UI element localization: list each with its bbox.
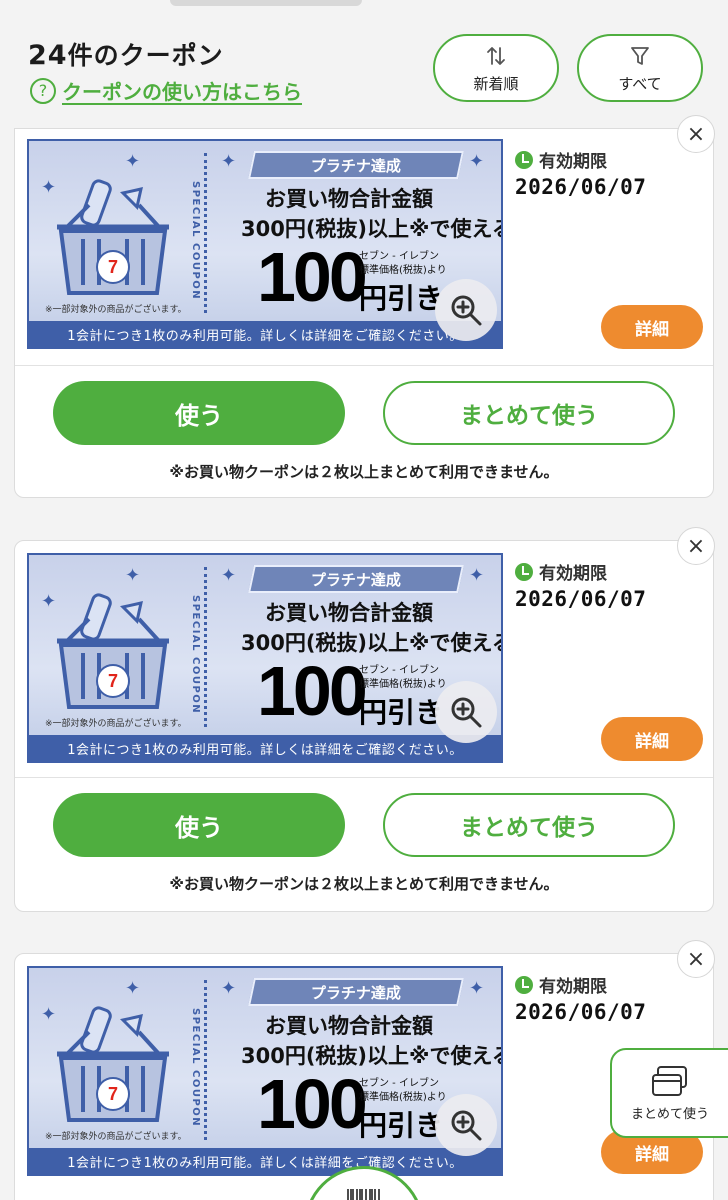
exclusion-note: ※一部対象外の商品がございます。: [45, 305, 187, 315]
platinum-badge: プラチナ達成: [248, 565, 464, 593]
sort-button[interactable]: 新着順: [433, 34, 559, 102]
expiry-label: 有効期限: [515, 559, 607, 584]
sparkle-icon: ✦: [41, 591, 57, 612]
sparkle-icon: ✦: [41, 177, 57, 198]
basket-illustration: 7: [57, 179, 169, 295]
howto-link-text: クーポンの使い方はこちら: [62, 80, 302, 104]
use-together-button[interactable]: まとめて使う: [383, 381, 675, 445]
coupon-image[interactable]: 7 ✦ ✦ ✦ ✦ SPECIAL COUPON プラチナ達成 お買い物合計金額…: [27, 553, 503, 763]
perforation: [204, 567, 207, 727]
sort-label: 新着順: [473, 74, 519, 93]
perforation: [204, 153, 207, 313]
detail-button[interactable]: 詳細: [601, 717, 703, 761]
usage-ribbon: 1会計につき1枚のみ利用可能。詳しくは詳細をご確認ください。: [29, 321, 501, 347]
platinum-badge: プラチナ達成: [248, 978, 464, 1006]
sparkle-icon: ✦: [469, 565, 485, 586]
sparkle-icon: ✦: [469, 978, 485, 999]
platinum-badge: プラチナ達成: [248, 151, 464, 179]
use-button[interactable]: 使う: [53, 381, 345, 445]
cards-icon: [652, 1065, 687, 1096]
clock-icon: [515, 975, 533, 994]
use-together-button[interactable]: まとめて使う: [383, 793, 675, 857]
detail-button[interactable]: 詳細: [601, 305, 703, 349]
store-name: セブン - イレブン: [359, 251, 439, 262]
coupon-headline: お買い物合計金額: [265, 187, 433, 211]
svg-text:7: 7: [108, 1084, 118, 1104]
floating-use-together-button[interactable]: まとめて使う: [610, 1048, 728, 1138]
divider: [15, 365, 713, 366]
sparkle-icon: ✦: [125, 978, 141, 999]
filter-label: すべて: [618, 74, 662, 93]
question-circle-icon: ?: [30, 77, 56, 104]
close-icon[interactable]: ×: [677, 940, 715, 978]
basket-illustration: 7: [57, 1006, 169, 1122]
zoom-button[interactable]: [435, 1094, 497, 1156]
sparkle-icon: ✦: [221, 151, 237, 172]
sort-arrows-icon: [484, 43, 508, 69]
usage-ribbon: 1会計につき1枚のみ利用可能。詳しくは詳細をご確認ください。: [29, 735, 501, 761]
sparkle-icon: ✦: [221, 978, 237, 999]
zoom-in-icon: [451, 697, 482, 728]
discount-amount: 100: [257, 238, 368, 316]
sparkle-icon: ✦: [125, 565, 141, 586]
floating-use-together-label: まとめて使う: [630, 1106, 709, 1122]
close-icon[interactable]: ×: [677, 115, 715, 153]
coupon-card: 7 ✦ ✦ ✦ ✦ SPECIAL COUPON プラチナ達成 お買い物合計金額…: [14, 940, 715, 1200]
store-name: セブン - イレブン: [359, 1078, 439, 1089]
coupon-list-header: 24件のクーポン ? クーポンの使い方はこちら 新着順 すべて: [0, 0, 728, 120]
sparkle-icon: ✦: [221, 565, 237, 586]
card-footer-note: ※お買い物クーポンは２枚以上まとめて利用できません。: [169, 463, 559, 481]
coupon-headline: お買い物合計金額: [265, 601, 433, 625]
funnel-icon: [628, 43, 652, 69]
expiry-date: 2026/06/07: [515, 175, 647, 199]
perforation: [204, 980, 207, 1140]
coupon-image[interactable]: 7 ✦ ✦ ✦ ✦ SPECIAL COUPON プラチナ達成 お買い物合計金額…: [27, 139, 503, 349]
store-name: セブン - イレブン: [359, 665, 439, 676]
expiry-date: 2026/06/07: [515, 1000, 647, 1024]
divider: [15, 777, 713, 778]
zoom-in-icon: [451, 1110, 482, 1141]
close-icon[interactable]: ×: [677, 527, 715, 565]
filter-button[interactable]: すべて: [577, 34, 703, 102]
zoom-button[interactable]: [435, 279, 497, 341]
price-basis: 標準価格(税抜)より: [359, 1092, 447, 1103]
coupon-card: 7 ✦ ✦ ✦ ✦ SPECIAL COUPON プラチナ達成 お買い物合計金額…: [14, 527, 715, 912]
discount-amount: 100: [257, 1065, 368, 1143]
card-footer-note: ※お買い物クーポンは２枚以上まとめて利用できません。: [169, 875, 559, 893]
sparkle-icon: ✦: [125, 151, 141, 172]
price-basis: 標準価格(税抜)より: [359, 679, 447, 690]
expiry-date: 2026/06/07: [515, 587, 647, 611]
svg-text:7: 7: [108, 671, 118, 691]
discount-amount: 100: [257, 652, 368, 730]
discount-unit: 円引き: [359, 282, 444, 315]
exclusion-note: ※一部対象外の商品がございます。: [45, 719, 187, 729]
basket-illustration: 7: [57, 593, 169, 709]
coupon-image[interactable]: 7 ✦ ✦ ✦ ✦ SPECIAL COUPON プラチナ達成 お買い物合計金額…: [27, 966, 503, 1176]
use-button[interactable]: 使う: [53, 793, 345, 857]
barcode-icon: [347, 1189, 380, 1200]
zoom-in-icon: [451, 295, 482, 326]
discount-unit: 円引き: [359, 696, 444, 729]
usage-ribbon: 1会計につき1枚のみ利用可能。詳しくは詳細をご確認ください。: [29, 1148, 501, 1174]
svg-text:7: 7: [108, 257, 118, 277]
discount-unit: 円引き: [359, 1109, 444, 1142]
exclusion-note: ※一部対象外の商品がございます。: [45, 1132, 187, 1142]
sparkle-icon: ✦: [41, 1004, 57, 1025]
howto-link[interactable]: ? クーポンの使い方はこちら: [30, 76, 302, 105]
coupon-card: 7 ✦ ✦ ✦ ✦ SPECIAL COUPON プラチナ達成 お買い物合計金額…: [14, 115, 715, 498]
zoom-button[interactable]: [435, 681, 497, 743]
sparkle-icon: ✦: [469, 151, 485, 172]
price-basis: 標準価格(税抜)より: [359, 265, 447, 276]
coupon-count-title: 24件のクーポン: [28, 40, 224, 71]
expiry-label: 有効期限: [515, 147, 607, 172]
clock-icon: [515, 562, 533, 581]
expiry-label: 有効期限: [515, 972, 607, 997]
clock-icon: [515, 150, 533, 169]
coupon-headline: お買い物合計金額: [265, 1014, 433, 1038]
